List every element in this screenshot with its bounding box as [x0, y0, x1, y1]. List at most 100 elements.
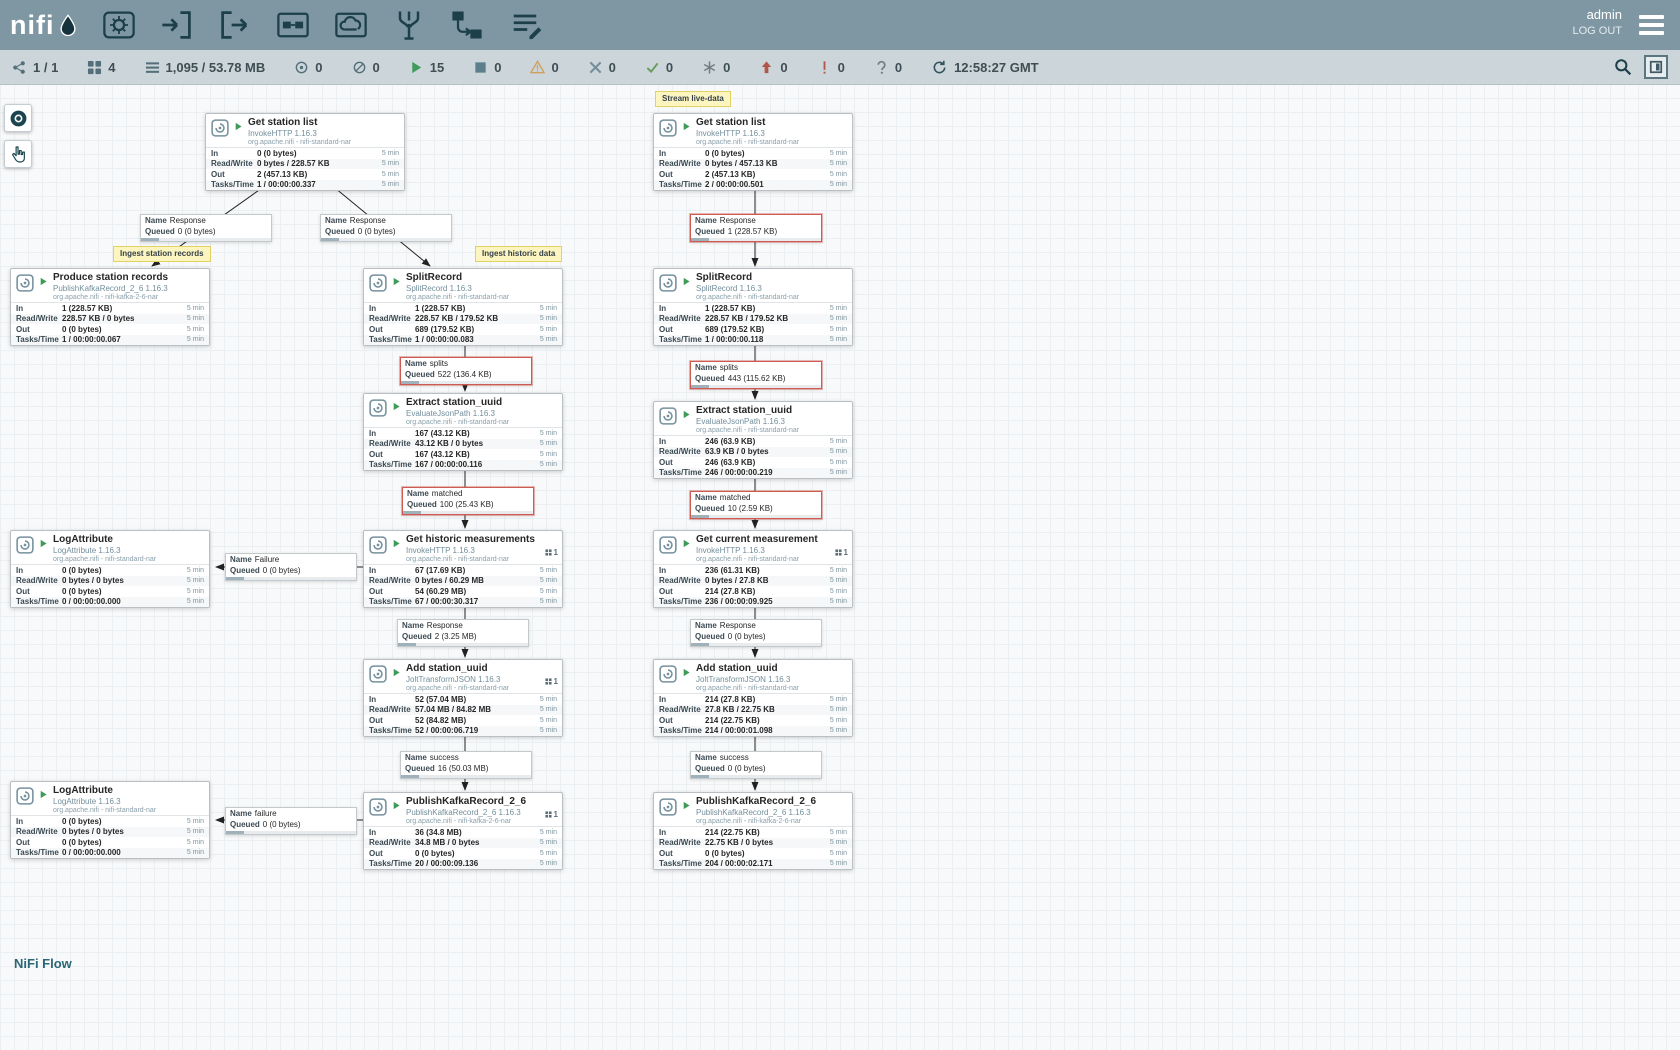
nifi-logo-text: nifi [10, 10, 55, 41]
processor-add-station-uuid[interactable]: Add station_uuidJoltTransformJSON 1.16.3… [653, 659, 853, 737]
stat-label: Tasks/Time [659, 468, 705, 477]
canvas-label-ingest-station-records[interactable]: Ingest station records [113, 246, 211, 262]
connection-label-matched[interactable]: NamematchedQueued100 (25.43 KB) [402, 487, 534, 515]
processor-publishkafkarecord-2-6[interactable]: PublishKafkaRecord_2_6PublishKafkaRecord… [653, 792, 853, 870]
connection-label-response[interactable]: NameResponseQueued2 (3.25 MB) [397, 619, 529, 647]
stat-row-read-write: Read/Write0 bytes / 0 bytes5 min [11, 576, 209, 587]
remote-process-group-icon[interactable] [333, 7, 369, 43]
output-port-icon[interactable] [217, 7, 253, 43]
processor-header: PublishKafkaRecord_2_6PublishKafkaRecord… [364, 793, 562, 826]
cluster-status: 1 / 1 [12, 60, 58, 75]
connection-label-failure[interactable]: NamefailureQueued0 (0 bytes) [225, 807, 357, 835]
template-icon[interactable] [449, 7, 485, 43]
processor-bundle: org.apache.nifi - nifi-standard-nar [406, 556, 558, 563]
connection-label-matched[interactable]: NamematchedQueued10 (2.59 KB) [690, 491, 822, 519]
last-refresh-time: 12:58:27 GMT [954, 60, 1039, 75]
connection-label-response[interactable]: NameResponseQueued0 (0 bytes) [320, 214, 452, 242]
processor-logattribute[interactable]: LogAttributeLogAttribute 1.16.3org.apach… [10, 781, 210, 859]
processor-bundle: org.apache.nifi - nifi-kafka-2-6-nar [406, 818, 558, 825]
logout-link[interactable]: LOG OUT [1572, 25, 1622, 37]
processor-splitrecord[interactable]: SplitRecordSplitRecord 1.16.3org.apache.… [363, 268, 563, 346]
threads-badge-icon [545, 811, 552, 818]
running-status-icon [682, 410, 691, 419]
process-group-icon[interactable] [275, 7, 311, 43]
processor-publishkafkarecord-2-6[interactable]: PublishKafkaRecord_2_6PublishKafkaRecord… [363, 792, 563, 870]
connection-label-splits[interactable]: NamesplitsQueued522 (136.4 KB) [400, 357, 532, 385]
funnel-icon[interactable] [391, 7, 427, 43]
running-status-icon [234, 122, 243, 131]
stat-row-out: Out214 (22.75 KB)5 min [654, 715, 852, 726]
connection-label-failure[interactable]: NameFailureQueued0 (0 bytes) [225, 553, 357, 581]
operate-palette-button[interactable] [4, 140, 32, 168]
processor-type: EvaluateJsonPath 1.16.3 [406, 409, 558, 418]
processor-get-historic-measurements[interactable]: Get historic measurementsInvokeHTTP 1.16… [363, 530, 563, 608]
connection-label-response[interactable]: NameResponseQueued1 (228.57 KB) [690, 214, 822, 242]
connection-queued-value: 0 (0 bytes) [728, 764, 766, 774]
connection-label-success[interactable]: NamesuccessQueued0 (0 bytes) [690, 751, 822, 779]
stat-row-in: In1 (228.57 KB)5 min [364, 303, 562, 314]
global-menu-button[interactable] [1639, 15, 1664, 39]
input-port-icon[interactable] [159, 7, 195, 43]
processor-extract-station-uuid[interactable]: Extract station_uuidEvaluateJsonPath 1.1… [363, 393, 563, 471]
stat-label: Tasks/Time [659, 597, 705, 606]
stat-value: 0 bytes / 228.57 KB [257, 159, 382, 168]
stat-label: In [369, 828, 415, 837]
connection-queued-value: 522 (136.4 KB) [438, 370, 492, 380]
refresh-status: 12:58:27 GMT [932, 60, 1039, 75]
processor-type-icon [16, 536, 34, 554]
refresh-icon[interactable] [932, 60, 947, 75]
stat-label: Read/Write [369, 838, 415, 847]
processor-stats: In246 (63.9 KB)5 minRead/Write63.9 KB / … [654, 435, 852, 478]
backpressure-bar [226, 831, 356, 834]
status-items: 1 / 141,095 / 53.78 MB001500000000 [12, 60, 902, 75]
processor-type-icon [659, 274, 677, 292]
stat-value: 52 / 00:00:06.719 [415, 726, 540, 735]
connection-label-response[interactable]: NameResponseQueued0 (0 bytes) [690, 619, 822, 647]
connection-queued-row: Queued1 (228.57 KB) [691, 226, 821, 237]
processor-name: PublishKafkaRecord_2_6 [406, 796, 558, 807]
processor-titles: Extract station_uuidEvaluateJsonPath 1.1… [696, 405, 848, 434]
canvas-label-stream-live-data[interactable]: Stream live-data [655, 91, 731, 107]
processor-stats: In0 (0 bytes)5 minRead/Write0 bytes / 22… [206, 147, 404, 190]
processor-icon[interactable] [101, 7, 137, 43]
processor-logattribute[interactable]: LogAttributeLogAttribute 1.16.3org.apach… [10, 530, 210, 608]
connection-queued-row: Queued0 (0 bytes) [226, 565, 356, 576]
stat-window: 5 min [187, 315, 204, 322]
stat-label: Out [369, 716, 415, 725]
navigate-palette-button[interactable] [4, 104, 32, 132]
stat-window: 5 min [540, 440, 557, 447]
search-icon[interactable] [1614, 58, 1632, 76]
stat-label: Tasks/Time [369, 597, 415, 606]
connection-name-key: Name [405, 753, 427, 763]
label-icon[interactable] [507, 7, 543, 43]
processor-get-station-list[interactable]: Get station listInvokeHTTP 1.16.3org.apa… [653, 113, 853, 191]
flow-canvas[interactable]: Ingest station records Ingest historic da… [0, 0, 1680, 1050]
processor-extract-station-uuid[interactable]: Extract station_uuidEvaluateJsonPath 1.1… [653, 401, 853, 479]
connection-queued-row: Queued0 (0 bytes) [691, 763, 821, 774]
stat-row-tasks-time: Tasks/Time214 / 00:00:01.0985 min [654, 726, 852, 737]
stat-label: Tasks/Time [369, 335, 415, 344]
processor-type: SplitRecord 1.16.3 [406, 284, 558, 293]
connection-name-value: Response [720, 621, 756, 631]
breadcrumb[interactable]: NiFi Flow [14, 956, 72, 971]
processor-get-station-list[interactable]: Get station listInvokeHTTP 1.16.3org.apa… [205, 113, 405, 191]
processor-name: Add station_uuid [406, 663, 558, 674]
stat-label: Read/Write [369, 439, 415, 448]
panel-toggle-button[interactable] [1644, 55, 1668, 79]
canvas-label-ingest-historic-data[interactable]: Ingest historic data [475, 246, 562, 262]
processor-name: SplitRecord [406, 272, 558, 283]
processor-add-station-uuid[interactable]: Add station_uuidJoltTransformJSON 1.16.3… [363, 659, 563, 737]
connection-label-success[interactable]: NamesuccessQueued16 (50.03 MB) [400, 751, 532, 779]
processor-type-icon [211, 119, 229, 137]
stat-value: 689 (179.52 KB) [705, 325, 830, 334]
stat-label: Out [369, 849, 415, 858]
processor-splitrecord[interactable]: SplitRecordSplitRecord 1.16.3org.apache.… [653, 268, 853, 346]
processor-type-icon [369, 536, 387, 554]
stat-row-out: Out689 (179.52 KB)5 min [364, 324, 562, 335]
stat-value: 167 (43.12 KB) [415, 450, 540, 459]
connection-label-splits[interactable]: NamesplitsQueued443 (115.62 KB) [690, 361, 822, 389]
connection-name-row: Namematched [691, 492, 821, 503]
processor-produce-station-records[interactable]: Produce station recordsPublishKafkaRecor… [10, 268, 210, 346]
connection-label-response[interactable]: NameResponseQueued0 (0 bytes) [140, 214, 272, 242]
processor-get-current-measurement[interactable]: Get current measurementInvokeHTTP 1.16.3… [653, 530, 853, 608]
